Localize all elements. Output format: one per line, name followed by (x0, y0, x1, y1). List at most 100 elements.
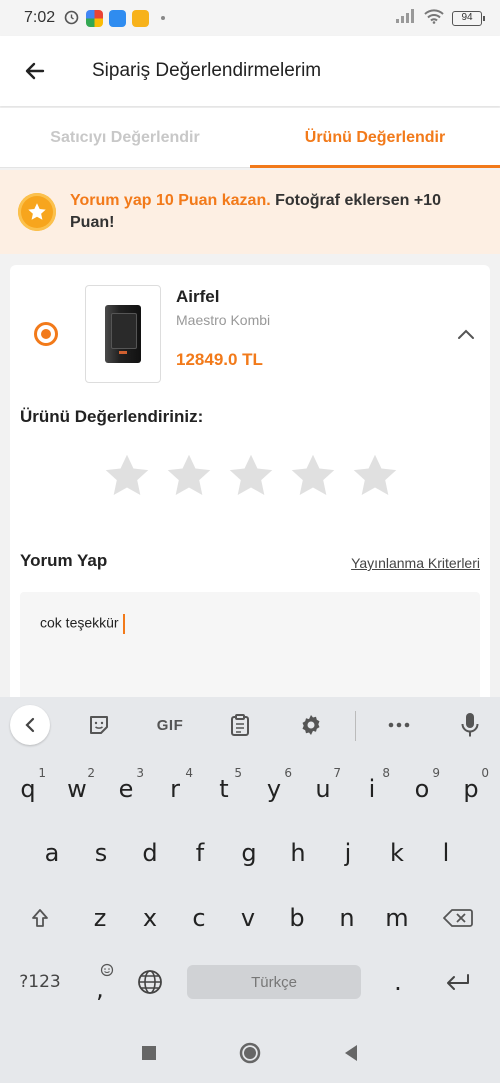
system-navigation-bar (0, 1027, 500, 1083)
system-back-button[interactable] (342, 1043, 360, 1068)
key-x[interactable]: x (128, 893, 172, 943)
key-t[interactable]: t5 (202, 764, 246, 814)
key-p[interactable]: p0 (449, 764, 493, 814)
back-button[interactable] (0, 36, 70, 106)
backspace-key[interactable] (436, 893, 480, 943)
publishing-criteria-link[interactable]: Yayınlanma Kriterleri (351, 555, 480, 571)
key-r[interactable]: r4 (153, 764, 197, 814)
review-label: Yorum Yap (20, 551, 108, 570)
keyboard-toolbar: GIF (0, 697, 500, 753)
symbols-key[interactable]: ?123 (12, 957, 68, 1007)
star-2-icon[interactable] (164, 451, 214, 501)
sticker-icon (90, 716, 108, 734)
star-4-icon[interactable] (288, 451, 338, 501)
battery-icon: 94 (452, 10, 485, 26)
rating-label: Ürünü Değerlendiriniz: (20, 407, 204, 426)
shift-key[interactable] (18, 893, 62, 943)
product-brand: Airfel (176, 287, 220, 306)
keyboard-collapse-button[interactable] (10, 705, 50, 745)
gif-button[interactable]: GIF (150, 705, 190, 745)
app-header: Sipariş Değerlendirmelerim (0, 36, 500, 106)
key-m[interactable]: m (375, 893, 419, 943)
key-i[interactable]: i8 (350, 764, 394, 814)
key-n[interactable]: n (325, 893, 369, 943)
key-z[interactable]: z (78, 893, 122, 943)
clipboard-button[interactable] (220, 705, 260, 745)
language-key[interactable] (128, 957, 172, 1007)
review-text: cok teşekkür (40, 614, 119, 631)
banner-message: Yorum yap 10 Puan kazan. Fotoğraf eklers… (70, 190, 482, 234)
chevron-up-icon (458, 329, 474, 339)
tab-bar: Satıcıyı Değerlendir Ürünü Değerlendir (0, 108, 500, 168)
keyboard-settings-button[interactable] (291, 705, 331, 745)
points-banner: Yorum yap 10 Puan kazan. Fotoğraf eklers… (0, 170, 500, 254)
star-5-icon[interactable] (350, 451, 400, 501)
star-1-icon[interactable] (102, 451, 152, 501)
emoji-icon (100, 963, 114, 977)
key-h[interactable]: h (276, 828, 320, 878)
key-v[interactable]: v (226, 893, 270, 943)
more-options-button[interactable] (379, 705, 419, 745)
period-key[interactable]: . (376, 957, 420, 1007)
key-c[interactable]: c (177, 893, 221, 943)
key-f[interactable]: f (178, 828, 222, 878)
space-key[interactable]: Türkçe (187, 965, 361, 999)
key-w[interactable]: w2 (55, 764, 99, 814)
product-price: 12849.0 TL (176, 350, 263, 369)
shift-arrow-icon (32, 909, 48, 927)
emoji-comma-key[interactable]: , (78, 957, 122, 1007)
clipboard-icon (231, 714, 249, 736)
more-horizontal-icon (388, 722, 410, 728)
wifi-icon (424, 8, 444, 28)
combi-boiler-image (105, 305, 141, 363)
microphone-icon (461, 713, 479, 737)
key-l[interactable]: l (424, 828, 468, 878)
key-o[interactable]: o9 (400, 764, 444, 814)
key-j[interactable]: j (326, 828, 370, 878)
chevron-left-icon (25, 717, 35, 733)
key-g[interactable]: g (227, 828, 271, 878)
collapse-button[interactable] (456, 327, 476, 346)
star-badge-icon (18, 193, 56, 231)
home-button[interactable] (238, 1041, 262, 1070)
square-icon (142, 1045, 156, 1060)
backspace-icon (443, 909, 473, 927)
keyboard-row-3: z x c v b n m (0, 893, 500, 943)
arrow-left-icon (25, 62, 45, 80)
star-3-icon[interactable] (226, 451, 276, 501)
gear-icon (302, 715, 320, 735)
review-textarea[interactable]: cok teşekkür (20, 592, 480, 705)
circle-icon (239, 1042, 261, 1063)
key-u[interactable]: u7 (301, 764, 345, 814)
key-k[interactable]: k (375, 828, 419, 878)
tab-rate-product[interactable]: Ürünü Değerlendir (250, 108, 500, 168)
status-bar: 7:02 94 (0, 0, 500, 36)
keyboard-row-1: q1 w2 e3 r4 t5 y6 u7 i8 o9 p0 (0, 764, 500, 814)
photos-icon (86, 9, 104, 27)
enter-arrow-icon (447, 974, 469, 990)
enter-key[interactable] (436, 957, 480, 1007)
key-b[interactable]: b (275, 893, 319, 943)
key-y[interactable]: y6 (252, 764, 296, 814)
screen: 7:02 94 Sipariş Değerlendirmelerim Satıc… (0, 0, 500, 1083)
more-notifications-icon (161, 16, 166, 20)
text-cursor (122, 614, 125, 634)
globe-icon (138, 970, 162, 994)
status-time: 7:02 (24, 9, 56, 26)
review-card: Airfel Maestro Kombi 12849.0 TL Ürünü De… (10, 265, 490, 705)
signal-icon (396, 9, 416, 27)
sticker-button[interactable] (79, 705, 119, 745)
key-d[interactable]: d (128, 828, 172, 878)
product-select-radio[interactable] (34, 322, 58, 346)
key-s[interactable]: s (79, 828, 123, 878)
keyboard-row-4: ?123 , Türkçe . (0, 957, 500, 1007)
app-notification-icon-2 (132, 9, 150, 27)
key-e[interactable]: e3 (104, 764, 148, 814)
page-title: Sipariş Değerlendirmelerim (92, 60, 322, 81)
recent-apps-button[interactable] (140, 1044, 158, 1067)
key-a[interactable]: a (30, 828, 74, 878)
key-q[interactable]: q1 (6, 764, 50, 814)
tab-rate-seller[interactable]: Satıcıyı Değerlendir (0, 108, 250, 167)
voice-input-button[interactable] (450, 705, 490, 745)
keyboard-row-2: a s d f g h j k l (0, 828, 500, 878)
